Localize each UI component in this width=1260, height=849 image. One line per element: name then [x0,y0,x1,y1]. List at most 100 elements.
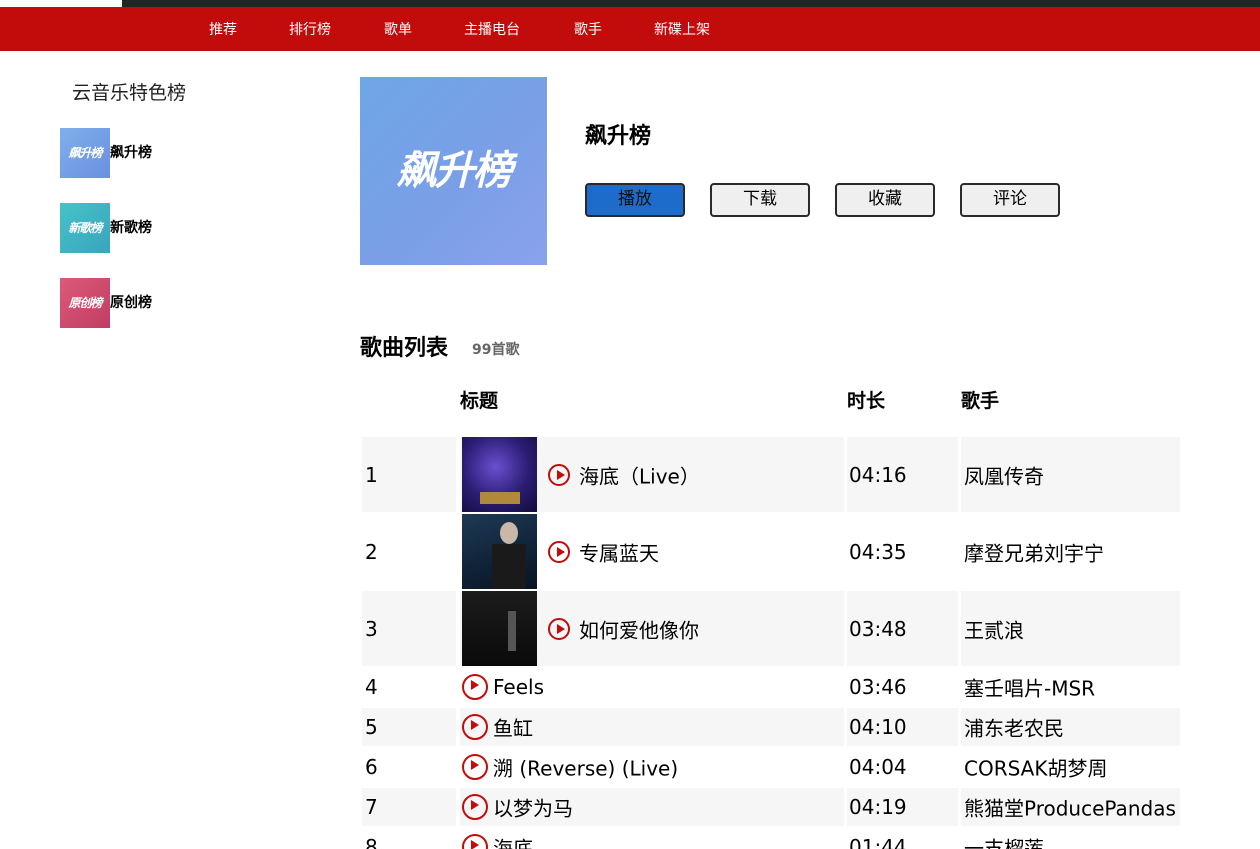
header-duration: 时长 [847,390,886,412]
title-cell: 专属蓝天 [460,514,844,589]
rank-cell: 4 [362,668,456,706]
song-title[interactable]: 溯 (Reverse) (Live) [493,753,678,782]
song-title[interactable]: Feels [493,675,544,699]
album-art [462,591,537,666]
album-art-badge [480,492,520,504]
chart-thumbnail: 原创榜 [60,278,110,328]
duration-cell: 04:16 [847,437,958,512]
rank-cell: 3 [362,591,456,666]
play-icon[interactable] [548,540,570,563]
play-icon[interactable] [548,617,570,640]
nav-bar: 推荐 排行榜 歌单 主播电台 歌手 新碟上架 [0,7,1260,51]
collect-button[interactable]: 收藏 [835,183,935,217]
play-icon[interactable] [462,754,488,780]
play-icon[interactable] [462,834,488,849]
artist[interactable]: 王贰浪 [964,614,1024,643]
rank-cell: 7 [362,788,456,826]
artist[interactable]: 摩登兄弟刘宇宁 [964,537,1104,566]
chart-label: 飙升榜 [110,145,152,161]
chart-label: 原创榜 [110,295,152,311]
artist[interactable]: 一支榴莲 [964,833,1044,849]
artist-cell: CORSAK胡梦周 [961,748,1180,786]
nav-radio[interactable]: 主播电台 [464,7,520,51]
song-title[interactable]: 海底 [493,833,533,849]
duration: 04:10 [849,715,907,739]
artist[interactable]: 熊猫堂ProducePandas [964,793,1176,822]
chart-thumbnail: 飙升榜 [60,128,110,178]
rank-cell: 1 [362,437,456,512]
table-row: 5 鱼缸 04:10 浦东老农民 [362,708,1180,746]
sidebar-chart-soaring[interactable]: 飙升榜 飙升榜 [60,128,260,178]
song-count: 99首歌 [472,342,520,358]
table-row: 1 海底（Live） 04:16 凤凰传奇 [362,437,1180,512]
title-cell: 海底 [460,828,844,849]
comment-button[interactable]: 评论 [960,183,1060,217]
duration: 03:46 [849,675,907,699]
rank: 8 [365,835,378,849]
table-row: 7 以梦为马 04:19 熊猫堂ProducePandas [362,788,1180,826]
artist-cell: 浦东老农民 [961,708,1180,746]
song-title[interactable]: 以梦为马 [493,793,573,822]
duration-cell: 04:04 [847,748,958,786]
artist[interactable]: 塞壬唱片-MSR [964,673,1095,702]
duration: 03:48 [849,616,907,641]
top-strip [0,0,1260,7]
rank: 2 [365,539,378,564]
nav-new-albums[interactable]: 新碟上架 [654,7,710,51]
album-art [462,437,537,512]
play-icon[interactable] [462,794,488,820]
play-icon[interactable] [462,714,488,740]
album-art-figure-body [492,544,526,589]
duration: 04:19 [849,795,907,819]
duration-cell: 04:19 [847,788,958,826]
play-icon[interactable] [462,674,488,700]
rank: 7 [365,795,378,819]
title-cell: 以梦为马 [460,788,844,826]
table-row: 8 海底 01:44 一支榴莲 [362,828,1180,849]
play-icon[interactable] [548,463,570,486]
rank-cell: 8 [362,828,456,849]
artist-cell: 摩登兄弟刘宇宁 [961,514,1180,589]
artist[interactable]: 凤凰传奇 [964,460,1044,489]
artist[interactable]: 浦东老农民 [964,713,1064,742]
album-art-figure [508,611,516,651]
rank: 3 [365,616,378,641]
chart-title: 飙升榜 [585,124,652,149]
duration-cell: 01:44 [847,828,958,849]
nav-recommend[interactable]: 推荐 [209,7,237,51]
song-title[interactable]: 鱼缸 [493,713,533,742]
artist-cell: 一支榴莲 [961,828,1180,849]
duration: 04:16 [849,462,907,487]
artist-cell: 王贰浪 [961,591,1180,666]
nav-artists[interactable]: 歌手 [574,7,602,51]
song-title[interactable]: 如何爱他像你 [579,614,699,643]
title-cell: 如何爱他像你 [460,591,844,666]
rank: 6 [365,755,378,779]
table-row: 3 如何爱他像你 03:48 王贰浪 [362,591,1180,666]
duration-cell: 04:10 [847,708,958,746]
rank: 5 [365,715,378,739]
table-row: 6 溯 (Reverse) (Live) 04:04 CORSAK胡梦周 [362,748,1180,786]
duration: 04:35 [849,539,907,564]
play-button[interactable]: 播放 [585,183,685,217]
rank: 4 [365,675,378,699]
album-art [462,514,537,589]
nav-charts[interactable]: 排行榜 [289,7,331,51]
sidebar-chart-original[interactable]: 原创榜 原创榜 [60,278,260,328]
download-button[interactable]: 下载 [710,183,810,217]
song-title[interactable]: 海底（Live） [579,460,700,489]
artist[interactable]: CORSAK胡梦周 [964,753,1107,782]
rank-cell: 5 [362,708,456,746]
duration-cell: 04:35 [847,514,958,589]
header-artist: 歌手 [961,390,1000,412]
sidebar-chart-new[interactable]: 新歌榜 新歌榜 [60,203,260,253]
table-row: 4 Feels 03:46 塞壬唱片-MSR [362,668,1180,706]
rank-cell: 2 [362,514,456,589]
chart-cover: 飙升榜 [360,77,547,265]
song-title[interactable]: 专属蓝天 [579,537,659,566]
artist-cell: 凤凰传奇 [961,437,1180,512]
duration: 04:04 [849,755,907,779]
nav-playlists[interactable]: 歌单 [384,7,412,51]
title-cell: Feels [460,668,844,706]
title-cell: 溯 (Reverse) (Live) [460,748,844,786]
